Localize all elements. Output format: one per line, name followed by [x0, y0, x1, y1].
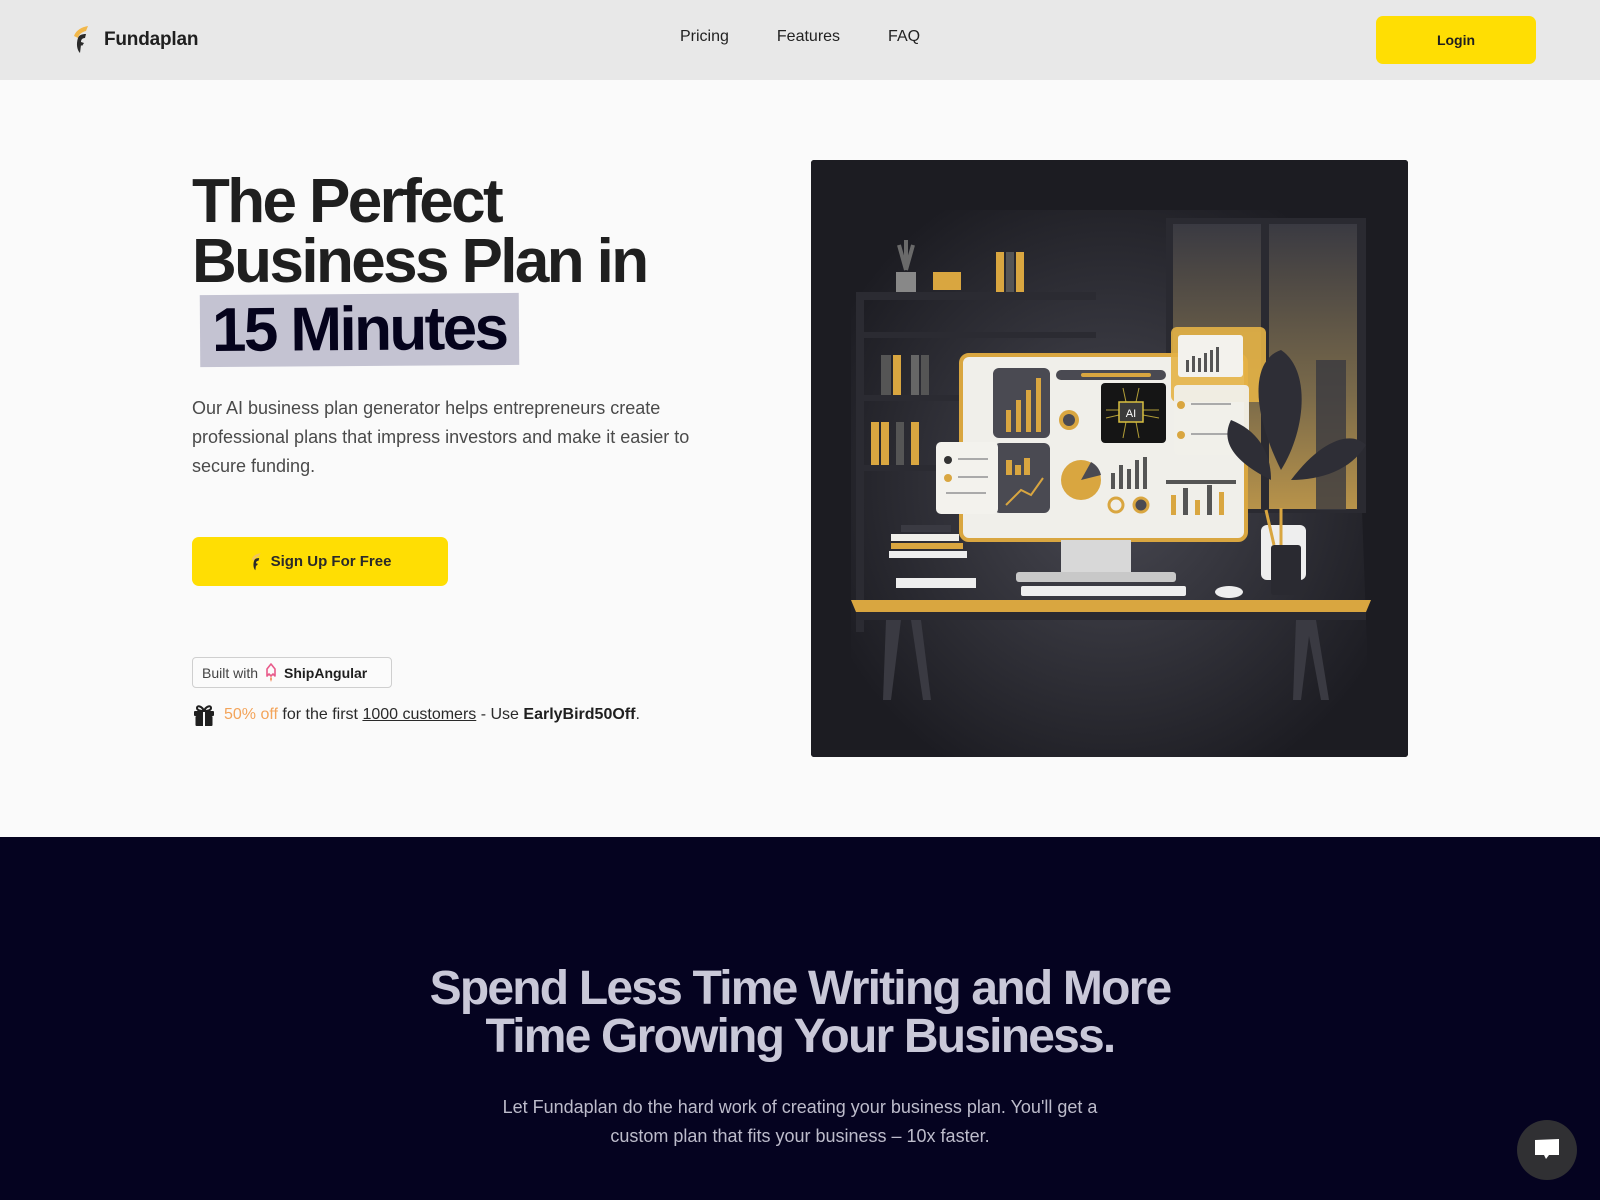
- nav-links: Pricing Features FAQ: [680, 28, 968, 46]
- section-title: Spend Less Time Writing and More Time Gr…: [0, 965, 1600, 1061]
- promo-text-1: for the first: [277, 706, 363, 723]
- fundaplan-logo-icon: [74, 26, 88, 53]
- promo-text-2: - Use: [476, 706, 524, 723]
- section-title-line-1: Spend Less Time Writing and More: [429, 962, 1173, 1015]
- features-intro-section: Spend Less Time Writing and More Time Gr…: [0, 837, 1600, 1200]
- ai-chip-label: AI: [1126, 408, 1136, 420]
- nav-link-pricing[interactable]: Pricing: [680, 28, 729, 46]
- logo-link[interactable]: Fundaplan: [70, 26, 198, 54]
- built-with-badge[interactable]: Built with ShipAngular: [192, 657, 392, 688]
- nav-link-features[interactable]: Features: [777, 28, 840, 46]
- promo-code: EarlyBird50Off: [523, 706, 636, 723]
- section-subtitle: Let Fundaplan do the hard work of creati…: [502, 1097, 1098, 1146]
- chat-widget-button[interactable]: [1517, 1120, 1577, 1180]
- section-title-line-2: Time Growing Your Business.: [485, 1010, 1117, 1063]
- hero-title-line-2: Business Plan in: [192, 227, 649, 296]
- rocket-icon: [266, 662, 276, 682]
- login-button[interactable]: Login: [1376, 16, 1536, 64]
- promo-customers-link[interactable]: 1000 customers: [362, 706, 476, 723]
- built-with-brand: ShipAngular: [284, 664, 368, 681]
- fundaplan-logo-icon: [251, 552, 261, 570]
- hero-title: The Perfect Business Plan in 15 Minutes: [192, 167, 712, 368]
- signup-button-label: Sign Up For Free: [270, 553, 392, 570]
- hero-description: Our AI business plan generator helps ent…: [192, 398, 690, 476]
- promo-suffix: .: [635, 706, 640, 723]
- chat-bubble-icon: [1535, 1139, 1559, 1159]
- gift-icon: [194, 705, 214, 726]
- workspace-illustration: AI: [811, 160, 1408, 757]
- hero-title-highlight: 15 Minutes: [199, 292, 520, 368]
- promo-discount: 50% off: [224, 706, 278, 723]
- hero-title-line-1: The Perfect: [192, 167, 504, 236]
- nav-link-faq[interactable]: FAQ: [888, 28, 920, 46]
- hero-illustration: AI: [811, 160, 1408, 757]
- logo-text: Fundaplan: [104, 29, 199, 50]
- signup-button[interactable]: Sign Up For Free: [192, 537, 448, 586]
- top-navbar: Fundaplan Pricing Features FAQ Login: [0, 0, 1600, 80]
- built-with-prefix: Built with: [202, 664, 259, 681]
- promo-banner: 50% off for the first 1000 customers - U…: [192, 703, 640, 727]
